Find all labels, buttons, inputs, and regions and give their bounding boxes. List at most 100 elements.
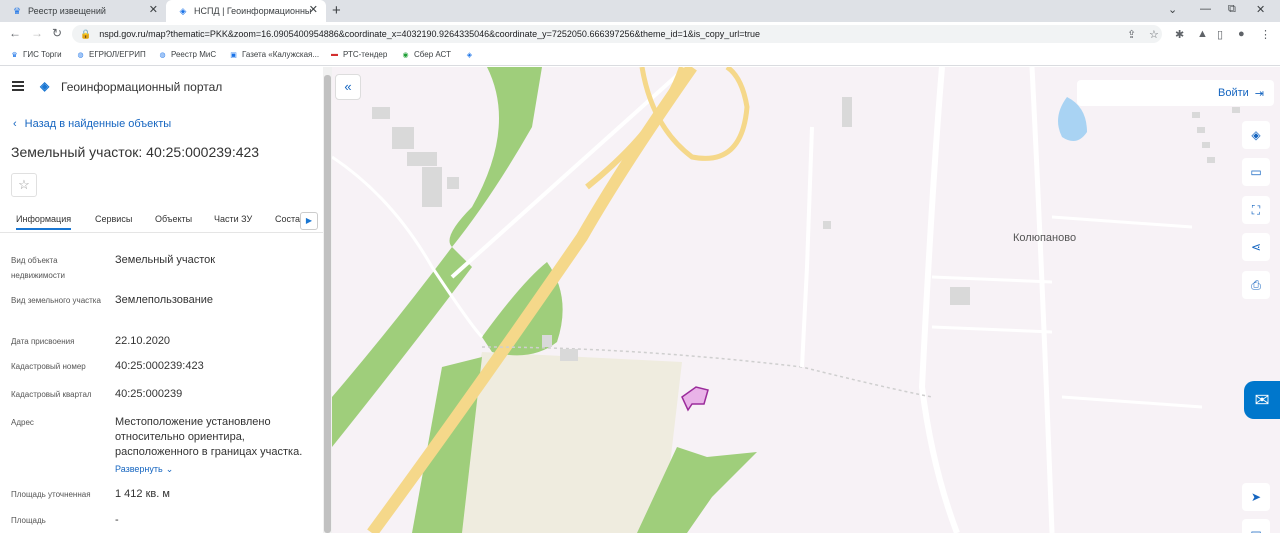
back-link-label: Назад в найденные объекты xyxy=(24,118,172,130)
portal-logo-icon[interactable]: ◈ xyxy=(40,79,49,93)
back-to-results-link[interactable]: ‹ Назад в найденные объекты xyxy=(13,118,171,130)
close-window-icon[interactable]: ✕ xyxy=(1256,3,1265,16)
building xyxy=(950,287,970,305)
building xyxy=(542,335,552,347)
field-value: 40:25:000239:423 xyxy=(115,360,204,372)
close-tab-icon[interactable]: ✕ xyxy=(149,5,158,16)
tab-composition[interactable]: Соста xyxy=(275,214,300,224)
menu-dots-icon[interactable]: ⋮ xyxy=(1260,28,1271,41)
select-area-button[interactable]: ⛶ xyxy=(1242,196,1270,224)
tab-objects[interactable]: Объекты xyxy=(155,214,192,224)
portal-title: Геоинформационный портал xyxy=(61,80,223,94)
building xyxy=(823,221,831,229)
field-value: 40:25:000239 xyxy=(115,388,183,400)
bookmark-label: ЕГРЮЛ/ЕГРИП xyxy=(89,50,146,59)
extensions-icon[interactable]: ✱ xyxy=(1175,28,1184,41)
bookmark-label: ГИС Торги xyxy=(23,50,62,59)
layers-icon: ◈ xyxy=(1251,128,1261,142)
tab-services[interactable]: Сервисы xyxy=(95,214,132,224)
field-label: Площадь уточненная xyxy=(11,490,91,499)
globe-icon: ◍ xyxy=(77,51,84,59)
object-sidebar: ◈ Геоинформационный портал ‹ Назад в найд… xyxy=(0,67,323,533)
favorite-star-icon[interactable]: ☆ xyxy=(11,173,37,197)
object-title: Земельный участок: 40:25:000239:423 xyxy=(11,144,260,160)
back-arrow-icon[interactable]: ← xyxy=(9,26,21,40)
extension-puzzle-icon[interactable]: ▲ xyxy=(1197,28,1208,40)
layers-button[interactable]: ◈ xyxy=(1242,121,1270,149)
sidepanel-icon[interactable]: ▯ xyxy=(1217,28,1223,41)
bookmark-egrul[interactable]: ◍ ЕГРЮЛ/ЕГРИП xyxy=(76,50,146,59)
new-tab-icon[interactable]: + xyxy=(332,2,341,19)
browser-tabbar: ♛ Реестр извещений ✕ ◈ НСПД | Геоинформа… xyxy=(0,0,1280,22)
building xyxy=(392,127,414,149)
share-icon[interactable]: ⇪ xyxy=(1127,28,1136,41)
hamburger-menu-icon[interactable] xyxy=(12,81,24,91)
bookmark-reestr-mis[interactable]: ◍ Реестр МиС xyxy=(158,50,216,59)
tab-parts[interactable]: Части ЗУ xyxy=(214,214,252,224)
restore-icon[interactable]: ⧉ xyxy=(1228,3,1236,16)
building xyxy=(372,107,390,119)
globe-icon: ◍ xyxy=(159,51,166,59)
field-value: - xyxy=(115,514,119,526)
tab-information[interactable]: Информация xyxy=(16,214,72,230)
building xyxy=(1202,142,1210,148)
bookmark-label: Реестр МиС xyxy=(171,50,217,59)
building xyxy=(447,177,459,189)
chevron-down-icon: ⌄ xyxy=(165,464,174,474)
expand-link[interactable]: Развернуть ⌄ xyxy=(115,462,315,477)
scrollbar-thumb[interactable] xyxy=(324,75,331,533)
bookmark-nspd[interactable]: ◈ xyxy=(465,50,478,59)
building xyxy=(407,152,437,166)
field-label: Кадастровый номер xyxy=(11,362,86,371)
object-tabs: Информация Сервисы Объекты Части ЗУ Сост… xyxy=(0,209,323,233)
tabs-next-arrow-icon[interactable]: ▶ xyxy=(300,212,318,230)
profile-avatar-icon[interactable]: ● xyxy=(1238,28,1245,40)
print-button[interactable]: ⎙ xyxy=(1242,271,1270,299)
bookmark-gazeta[interactable]: ▣ Газета «Калужская... xyxy=(229,50,319,59)
bookmark-label: РТС-тендер xyxy=(343,50,388,59)
sidebar-scrollbar[interactable] xyxy=(323,67,332,533)
browser-tab-2[interactable]: ◈ НСПД | Геоинформационный п ✕ xyxy=(166,0,326,22)
reload-icon[interactable]: ↻ xyxy=(52,26,62,40)
expand-label: Развернуть xyxy=(115,464,163,474)
building xyxy=(1207,157,1215,163)
share-icon: ⋖ xyxy=(1250,240,1262,254)
tab-title: Реестр извещений xyxy=(28,6,106,16)
field-value: 1 412 кв. м xyxy=(115,488,170,500)
chevron-down-icon[interactable]: ⌄ xyxy=(1168,3,1177,16)
measure-button[interactable]: ▭ xyxy=(1242,158,1270,186)
login-arrow-icon: ⇥ xyxy=(1254,87,1264,100)
minimize-icon[interactable]: — xyxy=(1200,3,1211,15)
bookmark-rts[interactable]: ▬ РТС-тендер xyxy=(330,50,387,59)
map-view[interactable]: « Колюпаново Войти ⇥ ◈ ▭ ⛶ ⋖ ⎙ ✉ ➤ ▭ xyxy=(332,67,1280,533)
collapse-sidebar-button[interactable]: « xyxy=(335,74,361,100)
tab-title: НСПД | Геоинформационный п xyxy=(194,6,312,16)
forward-arrow-icon[interactable]: → xyxy=(31,26,43,40)
bookmark-sber-ast[interactable]: ◉ Сбер АСТ xyxy=(401,50,451,59)
locate-button[interactable]: ➤ xyxy=(1242,483,1270,511)
url-field[interactable]: 🔒 nspd.gov.ru/map?thematic=PKK&zoom=16.0… xyxy=(72,25,1162,43)
field-label: Адрес xyxy=(11,418,34,427)
support-chat-button[interactable]: ✉ xyxy=(1244,381,1280,419)
bookmark-label: Сбер АСТ xyxy=(414,50,451,59)
field-label: Вид земельного участка xyxy=(11,296,101,305)
bookmarks-bar: ♛ ГИС Торги ◍ ЕГРЮЛ/ЕГРИП ◍ Реестр МиС ▣ Газ… xyxy=(0,46,1280,66)
building xyxy=(1232,107,1240,113)
map-canvas[interactable] xyxy=(332,67,1280,533)
share-button[interactable]: ⋖ xyxy=(1242,233,1270,261)
building xyxy=(1197,127,1205,133)
bookmark-label: Газета «Калужская... xyxy=(242,50,320,59)
newspaper-icon: ▣ xyxy=(230,51,237,59)
panel-icon: ▭ xyxy=(1250,526,1262,533)
extra-map-button[interactable]: ▭ xyxy=(1242,519,1270,533)
building xyxy=(842,97,852,127)
navigation-arrow-icon: ➤ xyxy=(1250,490,1262,504)
bookmark-gis-torgi[interactable]: ♛ ГИС Торги xyxy=(10,50,62,59)
login-label: Войти xyxy=(1217,87,1249,99)
lock-icon: 🔒 xyxy=(80,28,92,39)
login-button[interactable]: Войти ⇥ xyxy=(1077,80,1274,106)
bookmark-star-icon[interactable]: ☆ xyxy=(1149,28,1159,41)
close-tab-icon[interactable]: ✕ xyxy=(309,5,318,16)
browser-tab-1[interactable]: ♛ Реестр извещений ✕ xyxy=(0,0,166,22)
rts-icon: ▬ xyxy=(331,51,338,58)
